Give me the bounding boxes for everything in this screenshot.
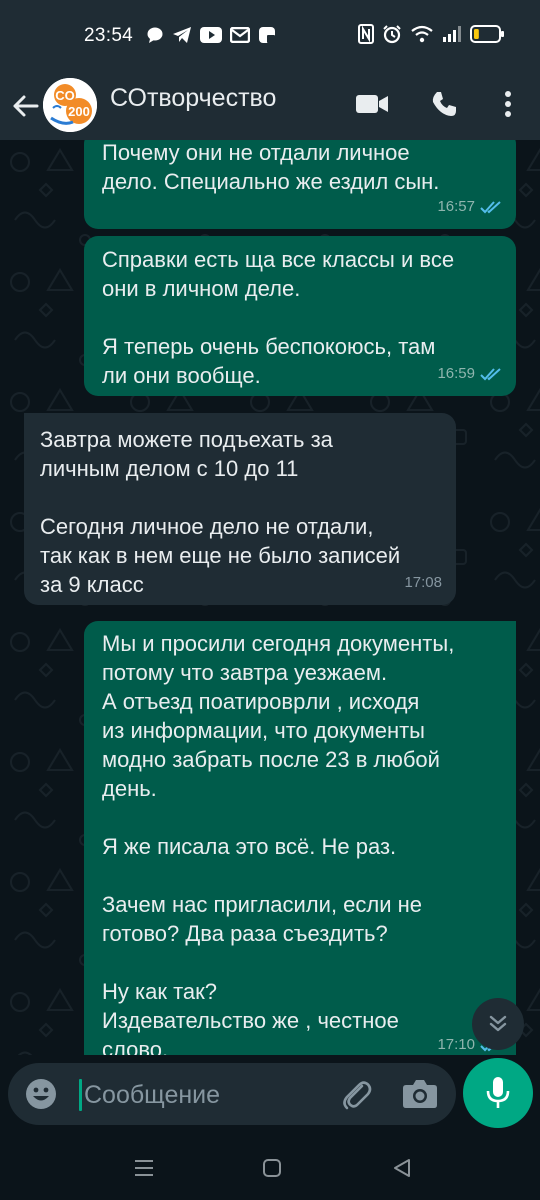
camera-icon (403, 1080, 437, 1108)
message-composer (8, 1063, 456, 1125)
attach-button[interactable] (340, 1077, 374, 1111)
avatar[interactable]: CO 200 (43, 78, 97, 132)
status-notification-icons (146, 26, 276, 44)
message-meta: 16:57 (437, 192, 502, 221)
text-cursor (79, 1079, 82, 1111)
wifi-icon (411, 25, 433, 43)
camera-button[interactable] (402, 1077, 438, 1111)
message-time: 17:08 (404, 574, 442, 591)
message-time: 16:57 (437, 198, 475, 215)
back-button[interactable] (8, 84, 42, 128)
message-bubble-outgoing[interactable]: Почему они не отдали личное дело. Специа… (84, 140, 516, 229)
message-meta: 17:08 (404, 568, 442, 597)
telegram-icon (173, 27, 191, 43)
message-meta: 16:59 (437, 359, 502, 388)
message-bubble-outgoing[interactable]: Справки есть ща все классы и все они в л… (84, 236, 516, 396)
read-receipt-icon (480, 200, 501, 213)
more-vert-icon (505, 91, 511, 117)
menu-lines-icon (135, 1160, 153, 1176)
status-bar: 23:54 (0, 0, 540, 72)
read-receipt-icon (480, 367, 501, 380)
mic-icon (486, 1077, 510, 1108)
message-input[interactable] (84, 1079, 324, 1111)
emoji-icon (26, 1079, 56, 1109)
message-bubble-outgoing[interactable]: Мы и просили сегодня документы, потому ч… (84, 621, 516, 1055)
message-text: Почему они не отдали личное дело. Специа… (102, 140, 440, 194)
school-logo-icon: CO 200 (43, 78, 97, 132)
recents-button[interactable] (124, 1153, 164, 1183)
message-text: Мы и просили сегодня документы, потому ч… (102, 631, 455, 1055)
alarm-icon (383, 25, 401, 44)
home-button[interactable] (252, 1153, 292, 1183)
battery-icon (470, 25, 504, 43)
phone-call-icon (432, 92, 456, 116)
chat-notification-icon (147, 27, 163, 43)
back-nav-button[interactable] (382, 1153, 422, 1183)
more-options-button[interactable] (488, 82, 528, 126)
video-call-button[interactable] (352, 82, 392, 126)
emoji-button[interactable] (24, 1077, 58, 1111)
nfc-icon (358, 24, 374, 44)
svg-text:200: 200 (68, 104, 90, 119)
back-triangle-icon (394, 1159, 410, 1177)
arrow-back-icon (13, 95, 39, 117)
message-text: Завтра можете подъехать за личным делом … (40, 427, 401, 597)
signal-icon (443, 26, 461, 42)
message-bubble-incoming[interactable]: Завтра можете подъехать за личным делом … (24, 413, 456, 605)
mail-icon (230, 27, 250, 43)
status-system-icons (358, 24, 504, 44)
youtube-icon (200, 27, 222, 43)
paperclip-icon (343, 1081, 372, 1110)
chat-header: CO 200 СОтворчество (0, 72, 540, 140)
status-time: 23:54 (84, 25, 134, 46)
app-icon (259, 27, 275, 43)
scroll-to-bottom-button[interactable] (472, 998, 524, 1050)
voice-message-button[interactable] (463, 1058, 533, 1128)
phone-call-button[interactable] (424, 82, 464, 126)
home-square-icon (263, 1159, 281, 1177)
message-time: 16:59 (437, 365, 475, 382)
system-navigation-bar (0, 1135, 540, 1200)
chat-title[interactable]: СОтворчество (110, 84, 276, 113)
double-chevron-down-icon (489, 1015, 507, 1032)
chat-messages-area[interactable]: Почему они не отдали личное дело. Специа… (0, 140, 540, 1055)
video-call-icon (356, 95, 388, 113)
message-time: 17:10 (437, 1036, 475, 1053)
